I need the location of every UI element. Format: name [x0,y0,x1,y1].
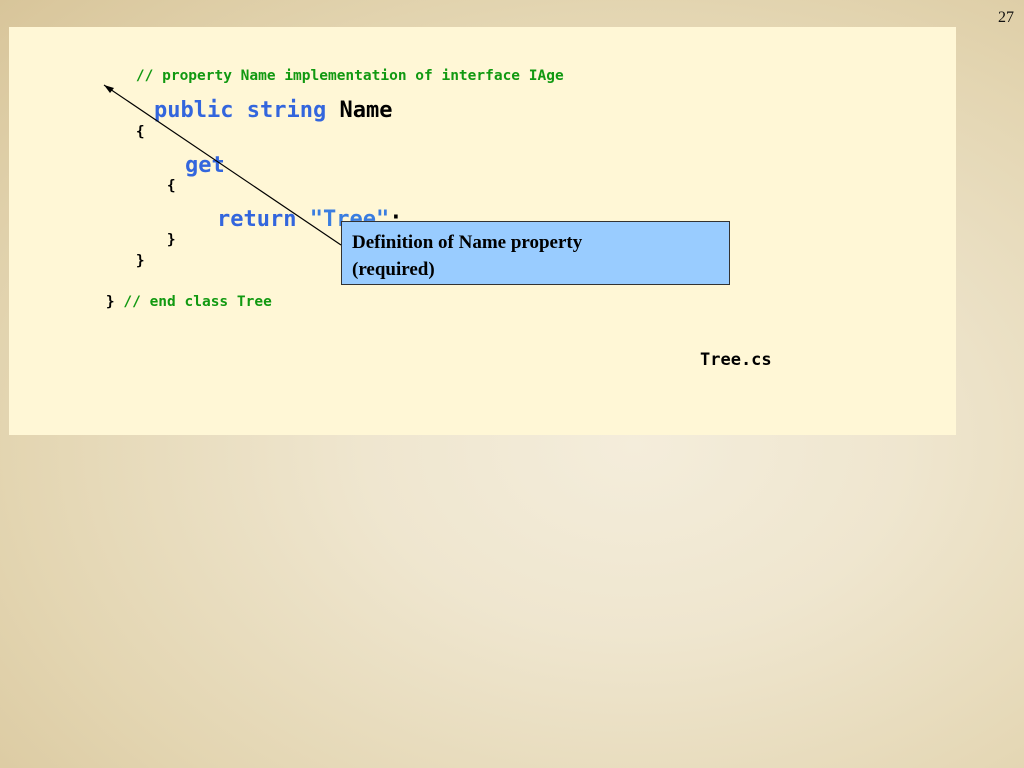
code-panel: // property Name implementation of inter… [9,27,956,435]
leader-line [103,84,342,246]
slide-number: 27 [998,9,1014,26]
arrowhead-icon [104,85,114,93]
callout-leader-line [103,84,342,246]
